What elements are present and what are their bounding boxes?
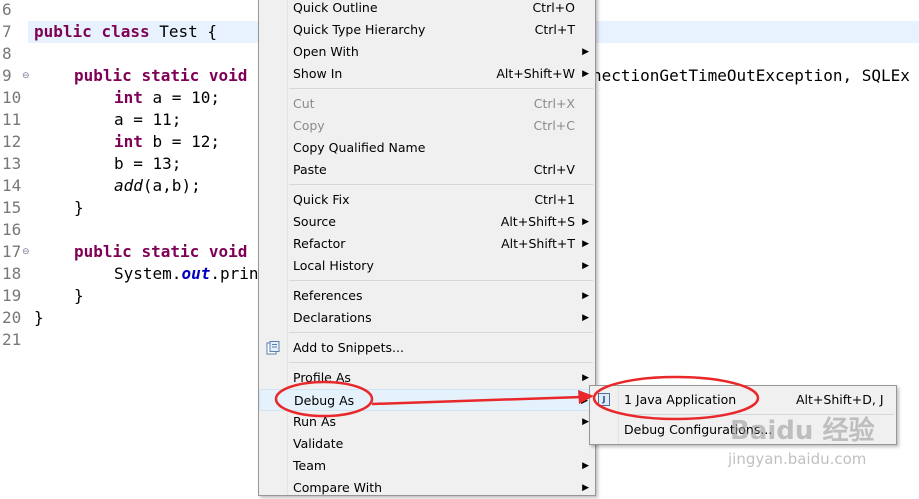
- submenu-arrow-icon: ▶: [582, 217, 589, 227]
- code-line: add(a,b);: [114, 176, 201, 195]
- code-line: int b = 12;: [114, 132, 220, 151]
- menu-item-paste[interactable]: Paste Ctrl+V: [259, 159, 595, 181]
- fold-collapse-icon[interactable]: ⊖: [22, 247, 30, 257]
- menu-item-open-with[interactable]: Open With ▶: [259, 41, 595, 63]
- menu-item-declarations[interactable]: Declarations ▶: [259, 307, 595, 329]
- menu-separator: [289, 332, 593, 333]
- line-number: 21: [2, 330, 22, 349]
- menu-item-debug-as[interactable]: Debug As ▶: [259, 389, 595, 411]
- menu-item-quick-outline[interactable]: Quick Outline Ctrl+O: [259, 0, 595, 19]
- line-number: 10: [2, 88, 22, 107]
- submenu-arrow-icon: ▶: [582, 239, 589, 249]
- editor-context-menu: Quick Outline Ctrl+O Quick Type Hierarchy…: [258, 0, 596, 496]
- menu-separator: [289, 362, 593, 363]
- line-number: 15: [2, 198, 22, 217]
- menu-separator: [620, 414, 894, 415]
- line-number-gutter: 6 7 8 9 ⊖ 10 11 12 13 14 15 16 17 ⊖ 18 1…: [0, 0, 30, 489]
- menu-separator: [289, 280, 593, 281]
- menu-item-add-to-snippets[interactable]: Add to Snippets...: [259, 337, 595, 359]
- code-line: System.out.prin: [114, 264, 259, 283]
- code-line: }: [74, 286, 84, 305]
- submenu-arrow-icon: ▶: [582, 69, 589, 79]
- snippets-icon: [266, 341, 280, 355]
- submenu-arrow-icon: ▶: [582, 417, 589, 427]
- menu-item-source[interactable]: Source Alt+Shift+S ▶: [259, 211, 595, 233]
- menu-item-local-history[interactable]: Local History ▶: [259, 255, 595, 277]
- submenu-arrow-icon: ▶: [582, 47, 589, 57]
- line-number: 6: [2, 0, 12, 19]
- menu-item-cut[interactable]: Cut Ctrl+X: [259, 93, 595, 115]
- menu-item-copy[interactable]: Copy Ctrl+C: [259, 115, 595, 137]
- menu-item-quick-type-hierarchy[interactable]: Quick Type Hierarchy Ctrl+T: [259, 19, 595, 41]
- line-number: 16: [2, 220, 22, 239]
- line-number: 20: [2, 308, 22, 327]
- code-line: public static void: [74, 242, 248, 261]
- code-line: }: [34, 308, 44, 327]
- submenu-arrow-icon: ▶: [581, 396, 588, 406]
- line-number: 12: [2, 132, 22, 151]
- menu-item-debug-configurations[interactable]: Debug Configurations...: [590, 419, 896, 441]
- line-number: 9: [2, 66, 12, 85]
- menu-separator: [289, 184, 593, 185]
- menu-item-team[interactable]: Team ▶: [259, 455, 595, 477]
- submenu-arrow-icon: ▶: [582, 373, 589, 383]
- menu-item-copy-qualified-name[interactable]: Copy Qualified Name: [259, 137, 595, 159]
- menu-item-show-in[interactable]: Show In Alt+Shift+W ▶: [259, 63, 595, 85]
- fold-collapse-icon[interactable]: ⊖: [22, 71, 30, 81]
- menu-item-validate[interactable]: Validate: [259, 433, 595, 455]
- menu-item-profile-as[interactable]: Profile As ▶: [259, 367, 595, 389]
- line-number: 13: [2, 154, 22, 173]
- line-number: 14: [2, 176, 22, 195]
- line-number: 11: [2, 110, 22, 129]
- menu-item-java-application[interactable]: J 1 Java Application Alt+Shift+D, J: [590, 389, 896, 411]
- code-line: int a = 10;: [114, 88, 220, 107]
- code-line: b = 13;: [114, 154, 182, 173]
- code-line: a = 11;: [114, 110, 182, 129]
- menu-item-compare-with[interactable]: Compare With ▶: [259, 477, 595, 499]
- code-line: public static void: [74, 66, 248, 85]
- code-line: nectionGetTimeOutException, SQLEx: [592, 66, 910, 85]
- line-number: 7: [2, 22, 12, 41]
- debug-as-submenu: J 1 Java Application Alt+Shift+D, J Debu…: [589, 385, 897, 445]
- submenu-arrow-icon: ▶: [582, 483, 589, 493]
- menu-separator: [289, 88, 593, 89]
- line-number: 19: [2, 286, 22, 305]
- line-number: 8: [2, 44, 12, 63]
- menu-item-references[interactable]: References ▶: [259, 285, 595, 307]
- code-line: public class Test {: [34, 22, 218, 41]
- submenu-arrow-icon: ▶: [582, 291, 589, 301]
- submenu-arrow-icon: ▶: [582, 461, 589, 471]
- code-line: }: [74, 198, 84, 217]
- menu-item-refactor[interactable]: Refactor Alt+Shift+T ▶: [259, 233, 595, 255]
- line-number: 18: [2, 264, 22, 283]
- submenu-arrow-icon: ▶: [582, 313, 589, 323]
- menu-item-run-as[interactable]: Run As ▶: [259, 411, 595, 433]
- submenu-arrow-icon: ▶: [582, 261, 589, 271]
- line-number: 17: [2, 242, 22, 261]
- java-application-icon: J: [598, 393, 610, 406]
- menu-item-quick-fix[interactable]: Quick Fix Ctrl+1: [259, 189, 595, 211]
